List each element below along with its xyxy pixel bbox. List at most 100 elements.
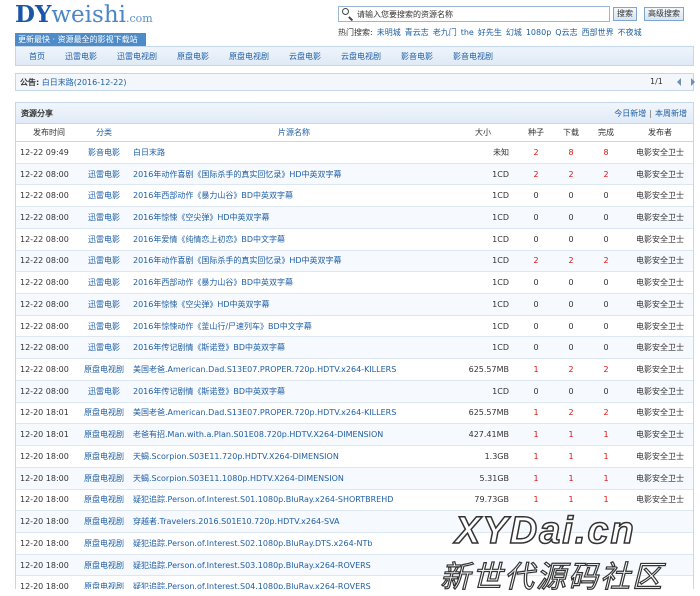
hot-search-item[interactable]: 好先生 [478,28,502,37]
row-category-link[interactable]: 原盘电视剧 [79,554,129,577]
panel-title: 资源分享 [21,109,53,118]
row-category-link[interactable]: 迅雷电影 [79,315,129,338]
row-category-link[interactable]: 迅雷电影 [79,206,129,229]
notice-link[interactable]: 白日末路(2016-12-22) [42,78,127,87]
nav-item-bluray-tv[interactable]: 原盘电视剧 [219,51,279,62]
search-input[interactable] [357,9,597,19]
col-seed[interactable]: 种子 [517,124,555,142]
row-category-link[interactable]: 迅雷电影 [79,293,129,316]
resource-panel: 资源分享 今日新增 | 本周新增 发布时间 分类 片源名称 大小 种子 下载 完成 … [15,102,694,589]
row-title-link[interactable]: 疑犯追踪.Person.of.Interest.S02.1080p.BluRay… [129,532,456,555]
row-publisher: 电影安全卫士 [625,358,693,381]
advanced-search-button[interactable]: 高级搜索 [644,7,684,21]
row-title-link[interactable]: 2016年惊悚《空尖弹》HD中英双字幕 [129,206,456,229]
hot-search-item[interactable]: 未明城 [377,28,401,37]
row-category-link[interactable]: 原盘电视剧 [79,489,129,512]
row-title-link[interactable]: 天蝎.Scorpion.S03E11.1080p.HDTV.X264-DIMEN… [129,467,456,490]
row-title-link[interactable]: 穿越者.Travelers.2016.S01E10.720p.HDTV.x264… [129,510,456,533]
nav-item-home[interactable]: 首页 [16,51,55,62]
today-new-link[interactable]: 今日新增 [614,109,646,118]
row-download-count: 2 [555,163,587,186]
row-publisher: 电影安全卫士 [625,315,693,338]
col-name[interactable]: 片源名称 [129,124,456,142]
row-category-link[interactable]: 原盘电视剧 [79,402,129,425]
hot-search-item[interactable]: 不夜城 [618,28,642,37]
row-category-link[interactable]: 迅雷电影 [79,271,129,295]
next-page-icon[interactable] [691,78,695,86]
row-title-link[interactable]: 白日末路 [129,141,456,164]
search-button[interactable]: 搜索 [613,7,637,21]
col-download[interactable]: 下载 [555,124,587,142]
row-title-link[interactable]: 2016年惊悚动作《釜山行/尸速列车》BD中文字幕 [129,315,456,338]
row-publisher: 电影安全卫士 [625,467,693,490]
row-category-link[interactable]: 原盘电视剧 [79,510,129,533]
row-seed-count: 0 [517,315,555,338]
row-title-link[interactable]: 疑犯追踪.Person.of.Interest.S04.1080p.BluRay… [129,575,456,589]
col-category[interactable]: 分类 [79,124,129,142]
row-time: 12-22 08:00 [16,250,79,273]
row-title-link[interactable]: 2016年西部动作《暴力山谷》BD中英双字幕 [129,184,456,208]
row-title-link[interactable]: 天蝎.Scorpion.S03E11.720p.HDTV.X264-DIMENS… [129,445,456,468]
row-category-link[interactable]: 迅雷电影 [79,228,129,251]
col-publisher[interactable]: 发布者 [625,124,693,142]
row-title-link[interactable]: 2016年传记剧情《斯诺登》BD中英双字幕 [129,380,456,403]
row-category-link[interactable]: 迅雷电影 [79,250,129,273]
row-size: 1CD [456,250,517,273]
row-category-link[interactable]: 原盘电视剧 [79,445,129,468]
nav-item-bluray-movie[interactable]: 原盘电影 [167,51,219,62]
row-size: 1CD [456,315,517,338]
row-title-link[interactable]: 疑犯追踪.Person.of.Interest.S03.1080p.BluRay… [129,554,456,577]
hot-search-item[interactable]: 西部世界 [582,28,614,37]
row-title-link[interactable]: 2016年西部动作《暴力山谷》BD中英双字幕 [129,271,456,295]
row-time: 12-20 18:00 [16,489,79,512]
row-category-link[interactable]: 影音电影 [79,141,129,164]
week-new-link[interactable]: 本周新增 [655,109,687,118]
hot-search-item[interactable]: 青云志 [405,28,429,37]
row-category-link[interactable]: 迅雷电影 [79,380,129,403]
hot-search-item[interactable]: the [461,28,474,37]
row-category-link[interactable]: 原盘电视剧 [79,467,129,490]
hot-search-item[interactable]: 老九门 [433,28,457,37]
logo-dy: DY [15,1,52,28]
row-time: 12-20 18:00 [16,575,79,589]
nav-item-player-tv[interactable]: 影音电视剧 [443,51,503,62]
row-title-link[interactable]: 2016年爱情《纯情恋上初恋》BD中文字幕 [129,228,456,251]
row-title-link[interactable]: 2016年传记剧情《斯诺登》BD中英双字幕 [129,336,456,360]
row-done-count [587,510,625,533]
row-category-link[interactable]: 原盘电视剧 [79,358,129,381]
row-category-link[interactable]: 原盘电视剧 [79,532,129,555]
row-title-link[interactable]: 2016年动作喜剧《国际杀手的真实回忆录》HD中英双字幕 [129,250,456,273]
panel-links: 今日新增 | 本周新增 [614,109,687,118]
row-category-link[interactable]: 迅雷电影 [79,163,129,186]
row-category-link[interactable]: 原盘电视剧 [79,575,129,589]
row-done-count: 2 [587,358,625,381]
nav-item-xunlei-tv[interactable]: 迅雷电视剧 [107,51,167,62]
row-download-count: 0 [555,315,587,338]
row-title-link[interactable]: 美国老爸.American.Dad.S13E07.PROPER.720p.HDT… [129,402,456,425]
hot-search-item[interactable]: 1080p [526,28,551,37]
nav-item-cloud-tv[interactable]: 云盘电视剧 [331,51,391,62]
col-time[interactable]: 发布时间 [16,124,79,142]
row-title-link[interactable]: 2016年惊悚《空尖弹》HD中英双字幕 [129,293,456,316]
table-row: 12-22 08:00 迅雷电影 2016年传记剧情《斯诺登》BD中英双字幕 1CD 0… [16,380,693,403]
row-title-link[interactable]: 疑犯追踪.Person.of.Interest.S01.1080p.BluRay… [129,489,456,512]
hot-search-item[interactable]: 幻城 [506,28,522,37]
site-logo[interactable]: DYweishi.com 更新最快 · 资源最全的影视下载站 [15,2,153,46]
row-title-link[interactable]: 2016年动作喜剧《国际杀手的真实回忆录》HD中英双字幕 [129,163,456,186]
row-category-link[interactable]: 迅雷电影 [79,184,129,208]
prev-page-icon[interactable] [677,78,681,86]
col-size[interactable]: 大小 [456,124,517,142]
row-seed-count: 1 [517,489,555,512]
row-category-link[interactable]: 迅雷电影 [79,336,129,360]
logo-text: DYweishi.com [15,2,153,32]
nav-item-player-movie[interactable]: 影音电影 [391,51,443,62]
hot-search-item[interactable]: Q云志 [555,28,577,37]
nav-item-cloud-movie[interactable]: 云盘电影 [279,51,331,62]
col-done[interactable]: 完成 [587,124,625,142]
row-time: 12-22 08:00 [16,163,79,186]
row-title-link[interactable]: 美国老爸.American.Dad.S13E07.PROPER.720p.HDT… [129,358,456,381]
nav-item-xunlei-movie[interactable]: 迅雷电影 [55,51,107,62]
row-time: 12-20 18:01 [16,423,79,447]
row-title-link[interactable]: 老爸有招.Man.with.a.Plan.S01E08.720p.HDTV.X2… [129,423,456,447]
row-category-link[interactable]: 原盘电视剧 [79,423,129,447]
